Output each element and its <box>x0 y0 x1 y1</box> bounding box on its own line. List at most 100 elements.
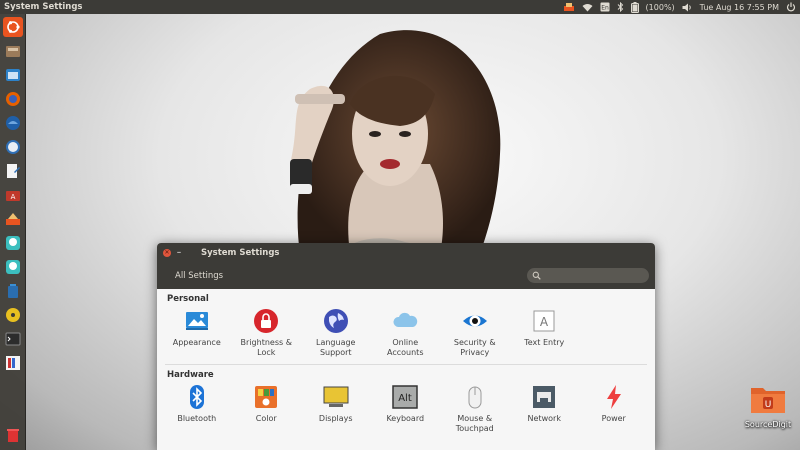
launcher-app12-button[interactable] <box>3 305 23 325</box>
window-titlebar[interactable]: ✕ – System Settings <box>157 243 655 262</box>
active-app-title: System Settings <box>4 2 83 12</box>
all-settings-button[interactable]: All Settings <box>175 271 223 281</box>
search-input[interactable] <box>527 268 649 283</box>
launcher-app14-button[interactable] <box>3 353 23 373</box>
section-title-hardware: Hardware <box>167 370 214 380</box>
trash-icon <box>7 429 19 442</box>
color-icon <box>255 386 278 408</box>
keyboard-layout-icon[interactable]: En <box>600 1 610 13</box>
minimize-button[interactable]: – <box>175 248 183 258</box>
update-indicator-icon[interactable] <box>563 1 575 13</box>
chat-icon-2 <box>6 260 20 274</box>
software-center-icon: A <box>6 191 20 201</box>
launcher-app11-button[interactable] <box>3 281 23 301</box>
settings-item-mouse-touchpad[interactable]: Mouse & Touchpad <box>440 384 510 434</box>
section-title-personal: Personal <box>167 294 209 304</box>
settings-item-appearance[interactable]: Appearance <box>162 308 232 358</box>
battery-app-icon <box>8 284 18 298</box>
svg-text:A: A <box>11 193 16 201</box>
launcher-app9-button[interactable] <box>3 233 23 253</box>
svg-text:En: En <box>601 5 609 12</box>
firefox-icon <box>6 92 20 106</box>
display-icon <box>323 386 349 407</box>
battery-icon[interactable] <box>630 1 639 13</box>
text-entry-icon: A <box>533 310 555 332</box>
system-monitor-icon <box>6 356 20 370</box>
folder-icon: U <box>751 388 785 413</box>
launcher-terminal-button[interactable] <box>3 329 23 349</box>
settings-item-label: Network <box>527 414 561 423</box>
terminal-icon <box>5 332 21 346</box>
launcher-app5-button[interactable] <box>3 137 23 157</box>
launcher-app10-button[interactable] <box>3 257 23 277</box>
cloud-icon <box>393 312 418 327</box>
svg-text:U: U <box>765 400 772 410</box>
settings-item-online-accounts[interactable]: Online Accounts <box>371 308 441 358</box>
svg-text:A: A <box>540 315 549 329</box>
indicator-area: En (100%) Tue Aug 16 7:55 PM <box>563 1 800 13</box>
window-toolbar: All Settings <box>157 262 655 289</box>
thunderbird-icon <box>6 116 20 130</box>
desktop-folder-sourcedigit[interactable]: U SourceDigit <box>738 384 798 429</box>
launcher-app4-button[interactable] <box>3 113 23 133</box>
launcher-app6-button[interactable] <box>3 161 23 181</box>
globe-icon <box>323 309 348 333</box>
chat-icon <box>6 236 20 250</box>
settings-item-label: Keyboard <box>386 414 425 423</box>
unity-launcher: A <box>0 14 26 450</box>
settings-item-label: Brightness & Lock <box>240 338 292 357</box>
wallpaper-portrait-image <box>290 30 501 254</box>
settings-item-security-privacy[interactable]: Security & Privacy <box>440 308 510 358</box>
settings-item-brightness-lock[interactable]: Brightness & Lock <box>232 308 302 358</box>
settings-item-label: Text Entry <box>524 338 565 347</box>
settings-item-label: Color <box>255 414 277 423</box>
launcher-trash-button[interactable] <box>3 425 23 445</box>
power-menu-icon[interactable] <box>786 1 796 13</box>
volume-icon[interactable] <box>682 1 693 13</box>
settings-item-label: Security & Privacy <box>453 338 496 357</box>
svg-text:Alt: Alt <box>398 393 412 404</box>
search-icon <box>532 271 541 280</box>
wifi-icon[interactable] <box>582 1 593 13</box>
launcher-files-button[interactable] <box>3 41 23 61</box>
settings-item-power[interactable]: Power <box>579 384 649 434</box>
power-icon <box>606 385 621 409</box>
compass-icon <box>6 140 20 154</box>
settings-item-language-support[interactable]: Language Support <box>301 308 371 358</box>
network-icon <box>533 386 556 408</box>
document-icon <box>7 164 20 178</box>
settings-item-network[interactable]: Network <box>510 384 580 434</box>
settings-item-bluetooth[interactable]: Bluetooth <box>162 384 232 434</box>
top-panel: System Settings En (100%) Tue Aug 16 7:5… <box>0 0 800 14</box>
settings-item-keyboard[interactable]: Alt Keyboard <box>371 384 441 434</box>
lock-icon <box>254 309 279 333</box>
settings-item-label: Displays <box>318 414 353 423</box>
desktop-icon-label: SourceDigit <box>744 420 792 429</box>
window-app-icon <box>6 69 20 81</box>
launcher-app8-button[interactable] <box>3 209 23 229</box>
files-icon <box>6 46 20 57</box>
eye-icon <box>462 315 487 327</box>
settings-item-label: Mouse & Touchpad <box>455 414 494 433</box>
launcher-app3-button[interactable] <box>3 89 23 109</box>
ubuntu-logo-icon <box>7 21 20 33</box>
launcher-dash-button[interactable] <box>3 17 23 37</box>
bluetooth-indicator-icon[interactable] <box>617 1 624 13</box>
settings-item-label: Power <box>601 414 626 423</box>
mouse-icon <box>468 386 482 409</box>
settings-item-label: Bluetooth <box>177 414 217 423</box>
software-updater-icon <box>6 213 20 225</box>
appearance-icon <box>185 312 208 330</box>
battery-percent[interactable]: (100%) <box>646 3 675 12</box>
system-settings-window: ✕ – System Settings All Settings Persona… <box>157 243 655 450</box>
launcher-app7-button[interactable]: A <box>3 185 23 205</box>
clock[interactable]: Tue Aug 16 7:55 PM <box>700 3 779 12</box>
window-title: System Settings <box>201 247 280 258</box>
settings-item-displays[interactable]: Displays <box>301 384 371 434</box>
close-button[interactable]: ✕ <box>163 248 171 257</box>
bluetooth-icon <box>189 385 204 409</box>
settings-item-text-entry[interactable]: A Text Entry <box>510 308 580 358</box>
launcher-app2-button[interactable] <box>3 65 23 85</box>
settings-item-label: Language Support <box>316 338 356 357</box>
settings-item-color[interactable]: Color <box>232 384 302 434</box>
